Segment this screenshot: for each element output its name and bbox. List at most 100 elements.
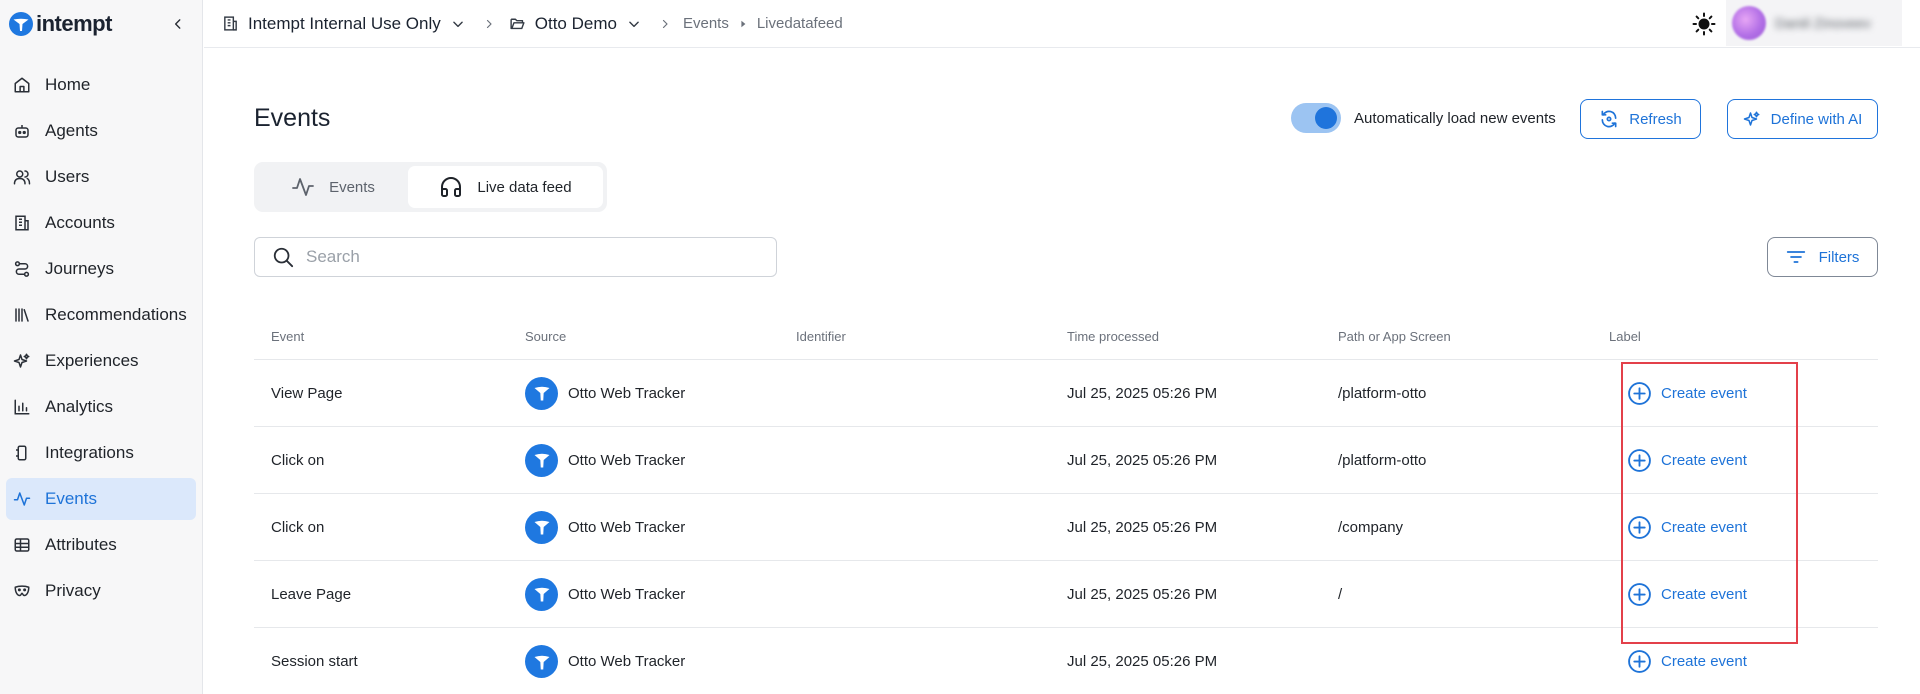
time-processed: Jul 25, 2025 05:26 PM bbox=[1067, 653, 1218, 670]
time-processed: Jul 25, 2025 05:26 PM bbox=[1067, 585, 1218, 603]
refresh-icon bbox=[1601, 110, 1617, 128]
route-icon bbox=[14, 261, 30, 277]
define-with-ai-button[interactable]: Define with AI bbox=[1727, 99, 1878, 139]
sidebar: intempt Home Agents Users Accounts Journ… bbox=[0, 0, 203, 694]
sidebar-item-recommendations[interactable]: Recommendations bbox=[6, 294, 196, 336]
table-row[interactable]: View Page Otto Web Tracker Jul 25, 2025 … bbox=[254, 360, 1878, 427]
user-menu[interactable]: Daniil Zinoveev bbox=[1726, 0, 1902, 46]
workspace-selector[interactable]: Intempt Internal Use Only bbox=[222, 14, 465, 34]
breadcrumb-events[interactable]: Events bbox=[683, 15, 729, 32]
label-cell: Create event bbox=[1609, 582, 1878, 607]
sidebar-item-label: Attributes bbox=[45, 535, 117, 554]
users-icon bbox=[13, 170, 31, 185]
folder-open-icon bbox=[510, 18, 525, 30]
plus-circle-icon bbox=[1628, 650, 1651, 673]
table-row[interactable]: Leave Page Otto Web Tracker Jul 25, 2025… bbox=[254, 561, 1878, 628]
sidebar-item-events[interactable]: Events bbox=[6, 478, 196, 520]
create-event-button[interactable]: Create event bbox=[1609, 515, 1747, 540]
theme-toggle-button[interactable] bbox=[1692, 12, 1716, 36]
collapse-sidebar-button[interactable] bbox=[168, 14, 188, 34]
filter-icon bbox=[1786, 251, 1805, 263]
tab-live-data-feed-label: Live data feed bbox=[477, 178, 572, 196]
create-event-label: Create event bbox=[1661, 384, 1747, 402]
tab-events[interactable]: Events bbox=[258, 166, 408, 208]
create-event-button[interactable]: Create event bbox=[1609, 582, 1747, 607]
column-header-event: Event bbox=[271, 329, 305, 344]
source-cell: Otto Web Tracker bbox=[525, 376, 796, 410]
label-cell: Create event bbox=[1609, 515, 1878, 540]
label-cell: Create event bbox=[1609, 649, 1878, 674]
sidebar-item-journeys[interactable]: Journeys bbox=[6, 248, 196, 290]
source-name: Otto Web Tracker bbox=[568, 653, 686, 670]
sidebar-item-attributes[interactable]: Attributes bbox=[6, 524, 196, 566]
create-event-button[interactable]: Create event bbox=[1609, 649, 1747, 674]
event-name: Leave Page bbox=[271, 585, 352, 603]
sidebar-item-integrations[interactable]: Integrations bbox=[6, 432, 196, 474]
sidebar-item-label: Recommendations bbox=[45, 305, 187, 324]
plus-circle-icon bbox=[1628, 582, 1651, 606]
sidebar-item-agents[interactable]: Agents bbox=[6, 110, 196, 152]
project-selector[interactable]: Otto Demo bbox=[509, 14, 641, 34]
column-header-label: Label bbox=[1609, 329, 1641, 344]
sparkles-icon bbox=[1743, 111, 1760, 126]
column-header-path: Path or App Screen bbox=[1338, 329, 1451, 344]
sidebar-item-label: Users bbox=[45, 167, 90, 186]
activity-icon bbox=[13, 492, 31, 506]
sidebar-item-accounts[interactable]: Accounts bbox=[6, 202, 196, 244]
path-cell: /company bbox=[1338, 518, 1404, 536]
otto-tracker-logo-icon bbox=[525, 376, 558, 410]
otto-tracker-logo-icon bbox=[525, 443, 558, 477]
sidebar-item-label: Integrations bbox=[45, 443, 134, 462]
create-event-button[interactable]: Create event bbox=[1609, 381, 1747, 406]
user-name: Daniil Zinoveev bbox=[1775, 15, 1871, 31]
define-with-ai-label: Define with AI bbox=[1770, 110, 1863, 128]
auto-load-toggle[interactable] bbox=[1291, 103, 1341, 133]
sidebar-item-label: Events bbox=[45, 489, 97, 508]
table-header: Event Source Identifier Time processed P… bbox=[254, 314, 1878, 360]
tab-live-data-feed[interactable]: Live data feed bbox=[408, 166, 603, 208]
view-tabs: Events Live data feed bbox=[254, 162, 607, 212]
sidebar-item-analytics[interactable]: Analytics bbox=[6, 386, 196, 428]
sidebar-item-home[interactable]: Home bbox=[6, 64, 196, 106]
source-name: Otto Web Tracker bbox=[568, 384, 686, 402]
search-icon bbox=[273, 247, 294, 268]
source-name: Otto Web Tracker bbox=[568, 585, 686, 603]
create-event-label: Create event bbox=[1661, 653, 1747, 670]
path-cell: /platform-otto bbox=[1338, 451, 1427, 469]
table-row[interactable]: Click on Otto Web Tracker Jul 25, 2025 0… bbox=[254, 427, 1878, 494]
logo-text: intempt bbox=[36, 11, 112, 36]
logo[interactable]: intempt bbox=[0, 0, 202, 48]
robot-icon bbox=[15, 125, 29, 138]
time-processed: Jul 25, 2025 05:26 PM bbox=[1067, 384, 1218, 402]
page-title: Events bbox=[254, 104, 331, 132]
time-processed: Jul 25, 2025 05:26 PM bbox=[1067, 451, 1218, 469]
search-input[interactable] bbox=[306, 247, 746, 267]
refresh-label: Refresh bbox=[1629, 110, 1682, 128]
plus-circle-icon bbox=[1628, 381, 1651, 405]
sidebar-item-experiences[interactable]: Experiences bbox=[6, 340, 196, 382]
caret-right-icon bbox=[741, 20, 746, 27]
filters-button[interactable]: Filters bbox=[1767, 237, 1878, 277]
source-cell: Otto Web Tracker bbox=[525, 510, 796, 544]
sun-icon bbox=[1692, 12, 1716, 36]
sidebar-item-users[interactable]: Users bbox=[6, 156, 196, 198]
source-cell: Otto Web Tracker bbox=[525, 645, 796, 678]
create-event-button[interactable]: Create event bbox=[1609, 448, 1747, 473]
plus-circle-icon bbox=[1628, 448, 1651, 472]
table-row[interactable]: Session start Otto Web Tracker Jul 25, 2… bbox=[254, 628, 1878, 694]
library-icon bbox=[15, 308, 29, 322]
search-box bbox=[254, 237, 777, 277]
refresh-button[interactable]: Refresh bbox=[1580, 99, 1701, 139]
sidebar-item-label: Accounts bbox=[45, 213, 115, 232]
sidebar-item-label: Journeys bbox=[45, 259, 114, 278]
sidebar-item-label: Privacy bbox=[45, 581, 101, 600]
headphones-icon bbox=[441, 177, 462, 197]
bar-chart-icon bbox=[14, 399, 30, 415]
sidebar-item-privacy[interactable]: Privacy bbox=[6, 570, 196, 612]
table-row[interactable]: Click on Otto Web Tracker Jul 25, 2025 0… bbox=[254, 494, 1878, 561]
breadcrumb-current-page: Livedatafeed bbox=[756, 15, 843, 32]
label-cell: Create event bbox=[1609, 448, 1878, 473]
path-cell: /platform-otto bbox=[1338, 384, 1427, 402]
create-event-label: Create event bbox=[1661, 451, 1747, 469]
project-name: Otto Demo bbox=[534, 13, 617, 33]
